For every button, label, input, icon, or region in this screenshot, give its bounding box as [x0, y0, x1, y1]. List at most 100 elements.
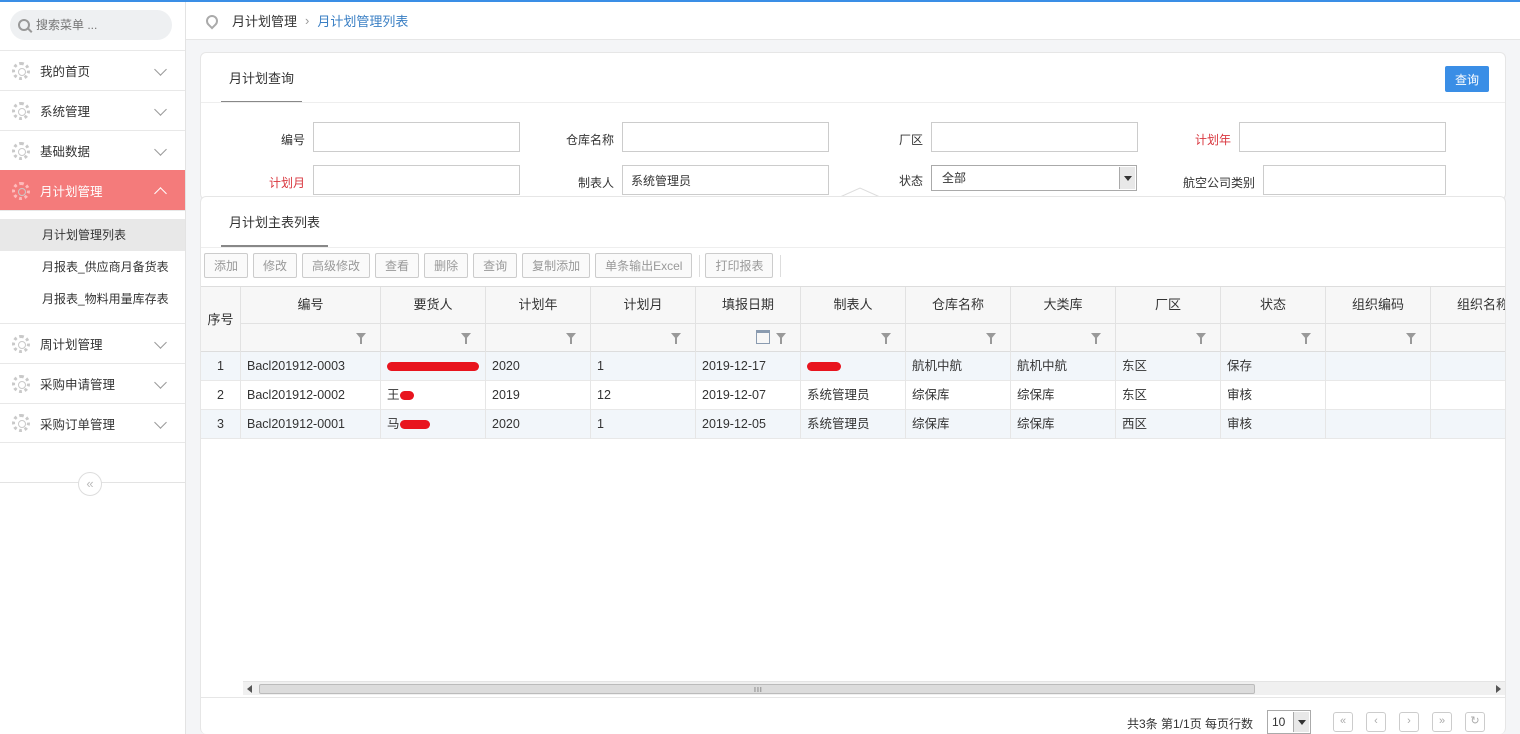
filter-icon[interactable]	[776, 333, 786, 344]
label-zhibiaoren: 制表人	[577, 176, 614, 190]
refresh-button[interactable]: ↻	[1465, 712, 1485, 732]
jihuanian-input[interactable]	[1239, 122, 1446, 152]
sidebar-item-purchase-request[interactable]: 采购申请管理	[0, 363, 185, 403]
column-header-zuzhimingcheng[interactable]: 组织名称	[1431, 287, 1505, 323]
column-header-cangku[interactable]: 仓库名称	[906, 287, 1011, 323]
filter-icon[interactable]	[671, 333, 681, 344]
filter-cell-zuzhibianma[interactable]	[1326, 323, 1431, 352]
filter-cell-riqi[interactable]	[696, 323, 801, 352]
query-panel: 月计划查询 查询 编号 仓库名称 厂区 计划年 计划月 制表人 状态 全部 航空…	[200, 52, 1506, 200]
filter-cell-changqu[interactable]	[1116, 323, 1221, 352]
filter-cell-cangku[interactable]	[906, 323, 1011, 352]
filter-icon[interactable]	[1091, 333, 1101, 344]
query-button[interactable]: 查询	[1445, 66, 1489, 92]
bianhao-input[interactable]	[313, 122, 520, 152]
redaction-mark	[387, 362, 479, 372]
dropdown-arrow-icon[interactable]	[1119, 167, 1135, 189]
sub-item-supplier-report[interactable]: 月报表_供应商月备货表	[0, 251, 185, 283]
column-header-zhibiaoren[interactable]: 制表人	[801, 287, 906, 323]
search-button[interactable]: 查询	[473, 253, 518, 278]
location-pin-icon	[203, 12, 221, 29]
sub-item-monthly-plan-list[interactable]: 月计划管理列表	[0, 219, 185, 251]
changqu-input[interactable]	[931, 122, 1138, 152]
breadcrumb-parent[interactable]: 月计划管理	[232, 11, 297, 30]
filter-cell-bianhao[interactable]	[241, 323, 381, 352]
filter-cell-yue[interactable]	[591, 323, 696, 352]
table-row[interactable]: 3 Bacl201912-0001 马 2020 1 2019-12-05 系统…	[201, 410, 1505, 439]
column-header-bianhao[interactable]: 编号	[241, 287, 381, 323]
table-row[interactable]: 2 Bacl201912-0002 王 2019 12 2019-12-07 系…	[201, 381, 1505, 410]
delete-button[interactable]: 删除	[424, 253, 469, 278]
calendar-icon[interactable]	[756, 330, 770, 344]
cell-riqi: 2019-12-17	[696, 352, 801, 381]
menu-search[interactable]	[10, 10, 172, 40]
column-header-zuzhibianma[interactable]: 组织编码	[1326, 287, 1431, 323]
cangku-input[interactable]	[622, 122, 829, 152]
zhuangtai-select[interactable]: 全部	[931, 165, 1137, 191]
column-header-daleiku[interactable]: 大类库	[1011, 287, 1116, 323]
filter-cell-nian[interactable]	[486, 323, 591, 352]
filter-cell-zuzhimingcheng[interactable]	[1431, 323, 1505, 352]
sidebar-item-weekly-plan[interactable]: 周计划管理	[0, 323, 185, 363]
sidebar-item-basic-data[interactable]: 基础数据	[0, 130, 185, 170]
add-button[interactable]: 添加	[204, 253, 249, 278]
zhibiaoren-input[interactable]	[622, 165, 829, 195]
table-row[interactable]: 1 Bacl201912-0003 2020 1 2019-12-17 航机中航…	[201, 352, 1505, 381]
export-excel-button[interactable]: 单条输出Excel	[595, 253, 693, 278]
cell-cangku: 综保库	[906, 381, 1011, 410]
sub-item-material-report[interactable]: 月报表_物料用量库存表	[0, 283, 185, 315]
filter-icon[interactable]	[881, 333, 891, 344]
sidebar-item-purchase-order[interactable]: 采购订单管理	[0, 403, 185, 443]
sidebar-item-system[interactable]: 系统管理	[0, 90, 185, 130]
scrollbar-thumb[interactable]: III	[259, 684, 1255, 694]
filter-icon[interactable]	[1196, 333, 1206, 344]
collapse-sidebar-button[interactable]: «	[78, 472, 102, 496]
filter-icon[interactable]	[986, 333, 996, 344]
scroll-right-icon[interactable]	[1496, 685, 1501, 693]
hangkong-input[interactable]	[1263, 165, 1446, 195]
filter-icon[interactable]	[1301, 333, 1311, 344]
print-report-button[interactable]: 打印报表	[705, 253, 774, 278]
first-page-button[interactable]: «	[1333, 712, 1353, 732]
filter-icon[interactable]	[461, 333, 471, 344]
filter-cell-daleiku[interactable]	[1011, 323, 1116, 352]
column-header-nian[interactable]: 计划年	[486, 287, 591, 323]
chevron-down-icon	[154, 376, 167, 389]
column-header-yue[interactable]: 计划月	[591, 287, 696, 323]
column-header-changqu[interactable]: 厂区	[1116, 287, 1221, 323]
data-grid: 序号 编号 要货人 计划年 计划月 填报日期 制表人 仓库名称 大类库 厂区 状…	[201, 286, 1505, 439]
cell-zhuangtai: 保存	[1221, 352, 1326, 381]
prev-page-button[interactable]: ‹	[1366, 712, 1386, 732]
gear-icon	[12, 61, 30, 80]
view-button[interactable]: 查看	[375, 253, 420, 278]
sidebar-item-monthly-plan[interactable]: 月计划管理	[0, 170, 185, 210]
filter-cell-zhuangtai[interactable]	[1221, 323, 1326, 352]
filter-icon[interactable]	[566, 333, 576, 344]
sidebar-item-home[interactable]: 我的首页	[0, 50, 185, 90]
horizontal-scrollbar[interactable]: III	[243, 681, 1505, 695]
copy-add-button[interactable]: 复制添加	[522, 253, 591, 278]
last-page-button[interactable]: »	[1432, 712, 1452, 732]
cell-changqu: 东区	[1116, 381, 1221, 410]
gear-icon	[12, 101, 30, 120]
filter-icon[interactable]	[356, 333, 366, 344]
page-size-select[interactable]: 10	[1267, 710, 1311, 734]
tab-list[interactable]: 月计划主表列表	[221, 197, 329, 247]
row-number-header: 序号	[201, 287, 241, 352]
menu-search-input[interactable]	[36, 18, 156, 32]
next-page-button[interactable]: ›	[1399, 712, 1419, 732]
dropdown-arrow-icon[interactable]	[1293, 712, 1309, 732]
breadcrumb-current: 月计划管理列表	[317, 14, 409, 29]
column-header-riqi[interactable]: 填报日期	[696, 287, 801, 323]
filter-cell-zhibiaoren[interactable]	[801, 323, 906, 352]
advanced-edit-button[interactable]: 高级修改	[302, 253, 371, 278]
filter-cell-yaohuoren[interactable]	[381, 323, 486, 352]
edit-button[interactable]: 修改	[253, 253, 298, 278]
chevron-down-icon	[154, 416, 167, 429]
scroll-left-icon[interactable]	[247, 685, 252, 693]
tab-query[interactable]: 月计划查询	[221, 53, 303, 103]
jihuayue-input[interactable]	[313, 165, 520, 195]
filter-icon[interactable]	[1406, 333, 1416, 344]
column-header-zhuangtai[interactable]: 状态	[1221, 287, 1326, 323]
column-header-yaohuoren[interactable]: 要货人	[381, 287, 486, 323]
